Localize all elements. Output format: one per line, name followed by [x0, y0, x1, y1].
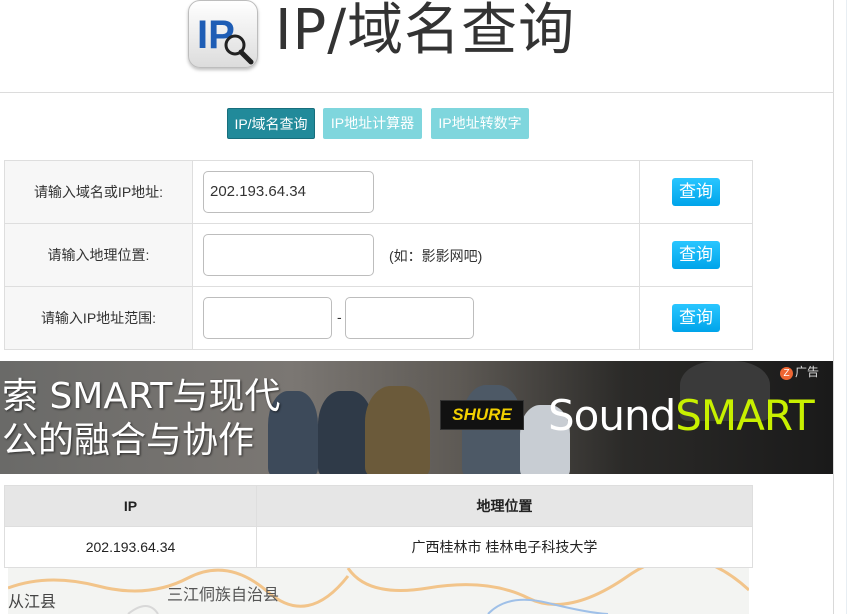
ip-magnifier-icon: IP: [188, 0, 258, 68]
location-label: 请输入地理位置:: [4, 223, 193, 287]
range-start-input[interactable]: [203, 297, 332, 339]
result-ip: 202.193.64.34: [4, 526, 257, 568]
tab-ip-domain-query[interactable]: IP/域名查询: [227, 108, 315, 139]
shure-logo: SHURE: [440, 400, 524, 430]
domain-query-button[interactable]: 查询: [672, 178, 720, 206]
result-location: 广西桂林市 桂林电子科技大学: [256, 526, 753, 568]
location-hint: (如：影影网吧): [389, 248, 483, 264]
range-field-cell: -: [192, 286, 640, 350]
header-divider: [0, 92, 834, 93]
domain-field-cell: 202.193.64.34: [192, 160, 640, 224]
location-input[interactable]: [203, 234, 374, 276]
ad-badge[interactable]: Z 广告: [780, 363, 819, 380]
query-row-domain: 请输入域名或IP地址: 202.193.64.34 查询: [4, 160, 753, 224]
domain-label: 请输入域名或IP地址:: [4, 160, 193, 224]
ad-close-icon[interactable]: Z: [780, 367, 793, 380]
table-row: 202.193.64.34 广西桂林市 桂林电子科技大学: [4, 526, 753, 568]
col-header-ip: IP: [4, 485, 257, 527]
soundsmart-logo: SoundSMART: [548, 391, 815, 441]
domain-ip-input[interactable]: 202.193.64.34: [203, 171, 374, 213]
query-row-location: 请输入地理位置: (如：影影网吧) 查询: [4, 223, 753, 287]
range-query-button[interactable]: 查询: [672, 304, 720, 332]
location-query-button[interactable]: 查询: [672, 241, 720, 269]
ad-headline-line1: 索 SMART与现代: [2, 376, 281, 417]
brand-suffix: SMART: [675, 391, 814, 440]
results-table: IP 地理位置 202.193.64.34 广西桂林市 桂林电子科技大学: [4, 485, 753, 568]
location-map[interactable]: 从江县 三江侗族自治县: [8, 568, 749, 614]
results-header-row: IP 地理位置: [4, 485, 753, 527]
brand-prefix: Sound: [548, 391, 676, 440]
range-label: 请输入IP地址范围:: [4, 286, 193, 350]
ad-banner[interactable]: 索 SMART与现代 公的融合与协作 SHURE SoundSMART Z 广告: [0, 361, 833, 474]
range-separator: -: [337, 309, 342, 325]
page-title: IP/域名查询: [275, 0, 576, 63]
location-button-cell: 查询: [639, 223, 753, 287]
col-header-location: 地理位置: [256, 485, 753, 527]
ad-headline-line2: 公的融合与协作: [2, 420, 255, 461]
query-form-table: 请输入域名或IP地址: 202.193.64.34 查询 请输入地理位置: (如…: [4, 160, 753, 350]
query-row-range: 请输入IP地址范围: - 查询: [4, 286, 753, 350]
tab-ip-to-number[interactable]: IP地址转数字: [431, 108, 529, 139]
location-field-cell: (如：影影网吧): [192, 223, 640, 287]
map-label-congjiang: 从江县: [8, 594, 57, 611]
range-end-input[interactable]: [345, 297, 474, 339]
ad-person: [365, 386, 430, 474]
ad-tag-label: 广告: [795, 365, 820, 379]
map-label-sanjiang: 三江侗族自治县: [167, 587, 280, 604]
tab-ip-calculator[interactable]: IP地址计算器: [323, 108, 422, 139]
domain-button-cell: 查询: [639, 160, 753, 224]
scroll-edge: [846, 0, 847, 614]
ad-headline: 索 SMART与现代 公的融合与协作: [2, 375, 280, 463]
range-button-cell: 查询: [639, 286, 753, 350]
